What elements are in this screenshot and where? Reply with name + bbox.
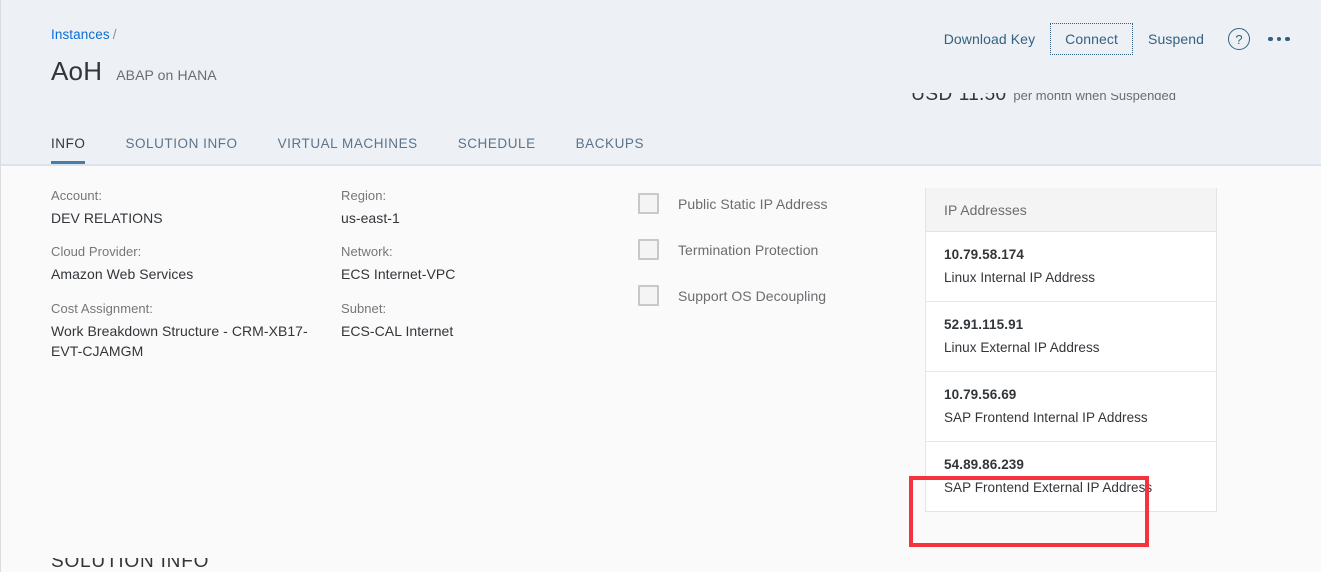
option-termination-protection[interactable]: Termination Protection — [638, 239, 928, 260]
breadcrumb: Instances / — [51, 27, 117, 42]
field-label: Cost Assignment: — [51, 300, 153, 316]
field-network: Network: ECS Internet-VPC — [341, 244, 638, 284]
field-value: us-east-1 — [341, 210, 400, 226]
field-cloud-provider: Cloud Provider: Amazon Web Services — [51, 244, 341, 284]
price-note: per month when Suspended — [1013, 93, 1176, 103]
field-value: Amazon Web Services — [51, 266, 194, 283]
info-column-left: Account: DEV RELATIONS Cloud Provider: A… — [51, 188, 341, 377]
tab-bar: INFO SOLUTION INFO VIRTUAL MACHINES SCHE… — [51, 126, 684, 164]
connect-button[interactable]: Connect — [1050, 23, 1134, 55]
overflow-menu-button[interactable] — [1259, 22, 1299, 56]
field-subnet: Subnet: ECS-CAL Internet — [341, 301, 638, 341]
checkbox-public-static-ip[interactable] — [638, 193, 659, 214]
checkbox-label: Public Static IP Address — [678, 195, 828, 212]
ip-row-sap-frontend-internal[interactable]: 10.79.56.69 SAP Frontend Internal IP Add… — [926, 372, 1216, 442]
help-button[interactable]: ? — [1219, 22, 1259, 56]
tab-info[interactable]: INFO — [51, 126, 86, 164]
field-label: Account: — [51, 188, 102, 203]
ip-address: 52.91.115.91 — [944, 317, 1024, 332]
tab-virtual-machines[interactable]: VIRTUAL MACHINES — [278, 126, 418, 164]
field-label: Region: — [341, 188, 387, 203]
object-page-header: Instances / AoH ABAP on HANA Download Key… — [1, 0, 1321, 166]
price-amount: 11.50 — [958, 93, 1007, 105]
option-public-static-ip[interactable]: Public Static IP Address — [638, 193, 928, 214]
field-account: Account: DEV RELATIONS — [51, 188, 341, 228]
ip-description: Linux External IP Address — [944, 340, 1100, 355]
tab-solution-info[interactable]: SOLUTION INFO — [125, 126, 237, 164]
ip-addresses-panel: IP Addresses 10.79.58.174 Linux Internal… — [925, 188, 1217, 512]
field-label: Cloud Provider: — [51, 244, 142, 260]
breadcrumb-separator: / — [112, 27, 117, 42]
ip-row-sap-frontend-external[interactable]: 54.89.86.239 SAP Frontend External IP Ad… — [926, 442, 1216, 511]
page-title: AoH — [51, 56, 103, 86]
info-grid: Account: DEV RELATIONS Cloud Provider: A… — [1, 188, 1321, 512]
solution-info-section-heading: SOLUTION INFO — [51, 558, 209, 572]
info-column-options: Public Static IP Address Termination Pro… — [638, 188, 928, 377]
overflow-dots-icon — [1268, 36, 1290, 42]
ip-description: SAP Frontend Internal IP Address — [944, 410, 1148, 425]
suspend-button[interactable]: Suspend — [1133, 23, 1219, 55]
tab-schedule[interactable]: SCHEDULE — [458, 126, 536, 164]
field-value: ECS Internet-VPC — [341, 266, 456, 283]
ip-address: 54.89.86.239 — [944, 457, 1025, 472]
info-column-middle: Region: us-east-1 Network: ECS Internet-… — [341, 188, 638, 377]
option-support-os-decoupling[interactable]: Support OS Decoupling — [638, 285, 928, 306]
ip-description: Linux Internal IP Address — [944, 270, 1096, 285]
field-cost-assignment: Cost Assignment: Work Breakdown Structur… — [51, 301, 341, 362]
field-value: Work Breakdown Structure - CRM-XB17-EVT-… — [51, 322, 308, 359]
checkbox-label: Support OS Decoupling — [678, 287, 827, 304]
price-summary: USD 11.50 per month when Suspended — [911, 93, 1176, 110]
ip-address: 10.79.58.174 — [944, 247, 1025, 262]
help-circle-icon: ? — [1228, 28, 1250, 50]
download-key-button[interactable]: Download Key — [929, 23, 1050, 55]
checkbox-label: Termination Protection — [678, 241, 819, 258]
tab-backups[interactable]: BACKUPS — [576, 126, 644, 164]
price-currency: USD — [911, 93, 953, 105]
ip-row-linux-external[interactable]: 52.91.115.91 Linux External IP Address — [926, 302, 1216, 372]
field-label: Network: — [341, 244, 393, 260]
checkbox-support-os-decoupling[interactable] — [638, 285, 659, 306]
ip-row-linux-internal[interactable]: 10.79.58.174 Linux Internal IP Address — [926, 232, 1216, 302]
ip-description: SAP Frontend External IP Address — [944, 480, 1153, 495]
ip-address: 10.79.56.69 — [944, 387, 1017, 402]
checkbox-termination-protection[interactable] — [638, 239, 659, 260]
breadcrumb-link-instances[interactable]: Instances — [51, 27, 110, 42]
ip-addresses-panel-title: IP Addresses — [926, 188, 1216, 232]
header-actions: Download Key Connect Suspend ? — [929, 22, 1299, 56]
field-value: DEV RELATIONS — [51, 210, 163, 226]
field-value: ECS-CAL Internet — [341, 322, 454, 339]
field-region: Region: us-east-1 — [341, 188, 638, 228]
field-label: Subnet: — [341, 300, 387, 316]
title-row: AoH ABAP on HANA — [51, 56, 217, 87]
instance-detail-page: Instances / AoH ABAP on HANA Download Key… — [0, 0, 1321, 572]
page-subtitle: ABAP on HANA — [116, 67, 217, 83]
section-heading-text: SOLUTION INFO — [51, 558, 210, 572]
info-tab-content: Account: DEV RELATIONS Cloud Provider: A… — [1, 166, 1321, 572]
